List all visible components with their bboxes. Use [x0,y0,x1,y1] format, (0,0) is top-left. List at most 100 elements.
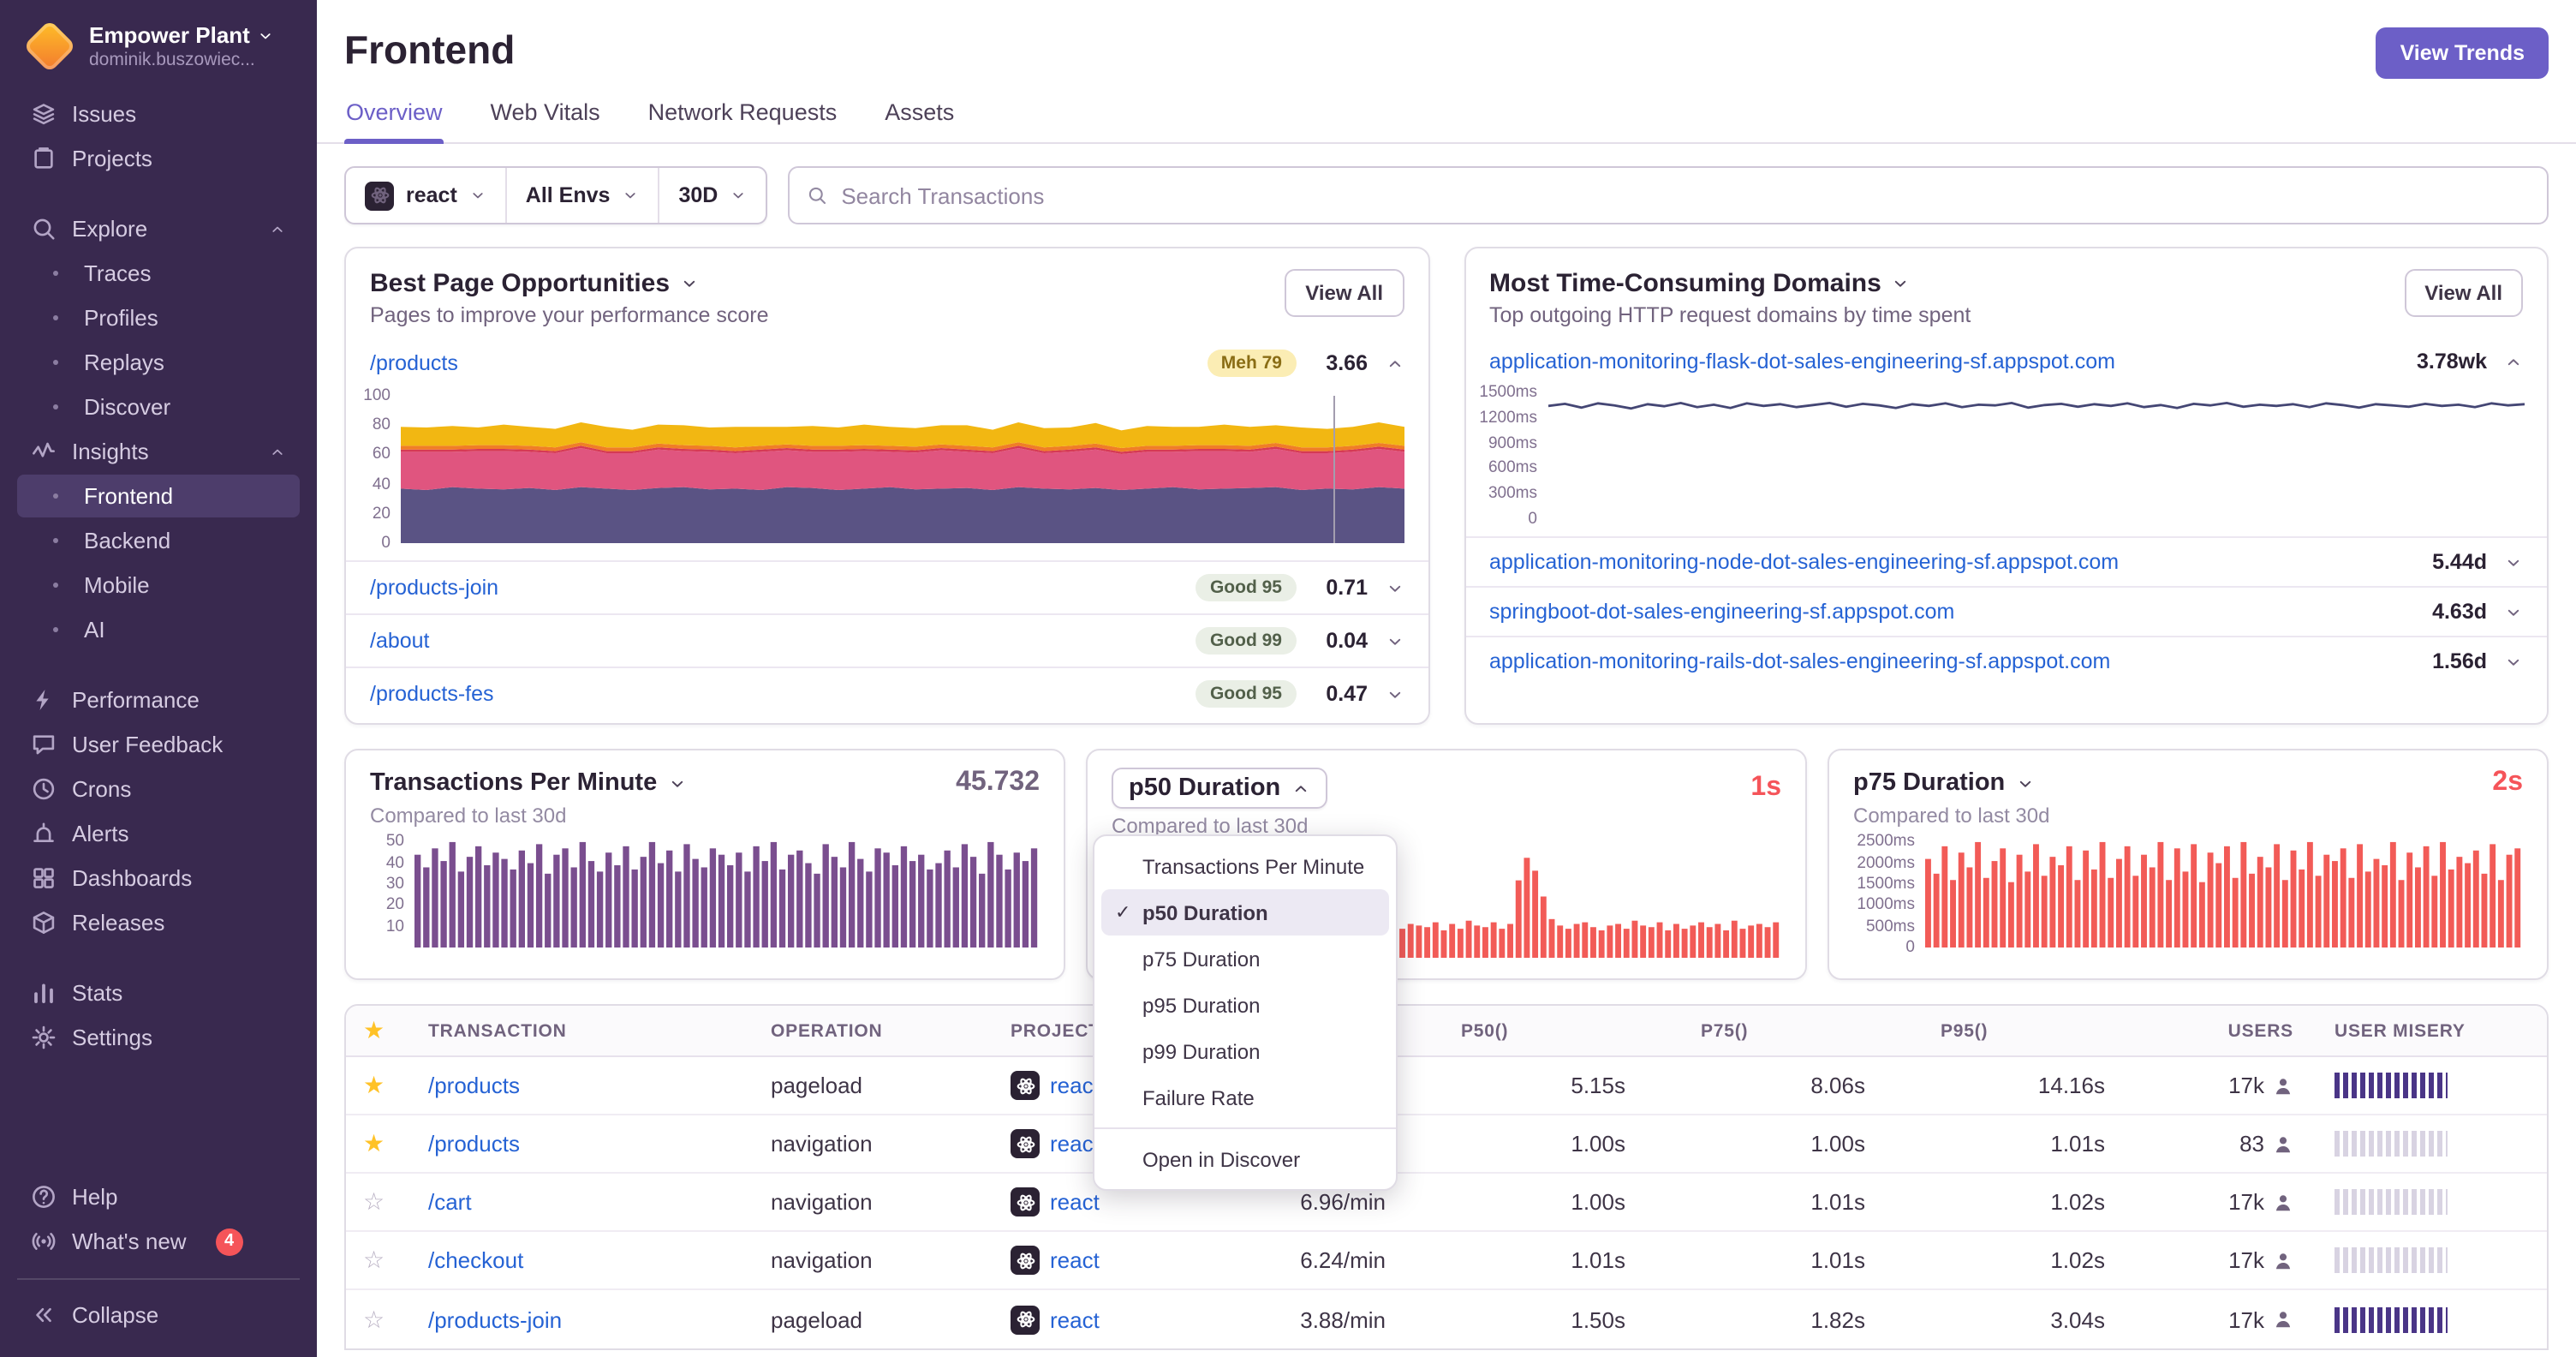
menu-item-p99-duration[interactable]: p99 Duration [1101,1028,1389,1074]
search-input[interactable] [841,182,2530,208]
star-toggle[interactable]: ☆ [363,1305,385,1332]
page-link[interactable]: /products-join [370,576,498,600]
tpm-metric-selector[interactable]: Transactions Per Minute [370,769,686,797]
transaction-link[interactable]: /products-join [428,1306,562,1332]
page-link[interactable]: /products [370,351,458,375]
transaction-search[interactable] [788,166,2549,224]
sidebar-item-settings[interactable]: Settings [17,1016,300,1059]
sidebar-item-explore[interactable]: Explore [17,207,300,250]
chevron-down-icon[interactable] [2504,553,2523,571]
sidebar-item-performance[interactable]: Performance [17,678,300,721]
sidebar-item-frontend[interactable]: Frontend [17,475,300,517]
tab-network-requests[interactable]: Network Requests [647,86,839,142]
column-header-user-misery[interactable]: User Misery [2317,1020,2547,1041]
opportunity-row[interactable]: /products Meh 79 3.66 [346,338,1428,389]
menu-item-p95-duration[interactable]: p95 Duration [1101,982,1389,1028]
transaction-link[interactable]: /cart [428,1189,472,1215]
star-toggle[interactable]: ★ [363,1129,385,1157]
panel-title-opportunities[interactable]: Best Page Opportunities [370,269,769,298]
p75-metric-selector[interactable]: p75 Duration [1853,769,2034,797]
project-link[interactable]: react [1050,1189,1100,1215]
table-row[interactable]: ☆ /products-join pageload react 3.88/min… [346,1290,2547,1348]
column-header-users[interactable]: Users [2129,1020,2317,1041]
org-switcher[interactable]: Empower Plant dominik.buszowiec... [17,17,300,93]
project-selector[interactable]: react [346,168,507,223]
opportunity-row[interactable]: /about Good 99 0.04 [346,613,1428,667]
domain-link[interactable]: application-monitoring-rails-dot-sales-e… [1489,649,2110,673]
column-header-p50[interactable]: P50() [1410,1020,1649,1041]
bar-chart [414,838,1040,948]
transaction-link[interactable]: /products [428,1073,520,1098]
column-header-p95[interactable]: P95() [1889,1020,2129,1041]
star-toggle[interactable]: ☆ [363,1246,385,1273]
star-toggle[interactable]: ☆ [363,1187,385,1215]
page-link[interactable]: /about [370,629,430,653]
sidebar-item-dashboards[interactable]: Dashboards [17,857,300,900]
view-all-opportunities-button[interactable]: View All [1285,269,1404,317]
menu-item-transactions-per-minute[interactable]: Transactions Per Minute [1101,843,1389,889]
chevron-down-icon[interactable] [1385,684,1404,703]
sidebar-item-traces[interactable]: Traces [17,252,300,295]
sidebar-item-ai[interactable]: AI [17,608,300,651]
menu-item-p75-duration[interactable]: p75 Duration [1101,936,1389,982]
column-header-p75[interactable]: P75() [1649,1020,1889,1041]
table-row[interactable]: ☆ /cart navigation react 6.96/min 1.00s … [346,1174,2547,1232]
sidebar-item-help[interactable]: Help [17,1175,300,1218]
sidebar-item-releases[interactable]: Releases [17,901,300,944]
chevron-down-icon[interactable] [1385,631,1404,650]
domain-row[interactable]: application-monitoring-node-dot-sales-en… [1465,536,2547,586]
opportunity-row[interactable]: /products-fes Good 95 0.47 [346,667,1428,720]
domain-row[interactable]: application-monitoring-rails-dot-sales-e… [1465,636,2547,685]
sidebar-item-profiles[interactable]: Profiles [17,296,300,339]
tab-assets[interactable]: Assets [883,86,956,142]
bullet-dot [53,627,58,632]
view-all-domains-button[interactable]: View All [2404,269,2523,317]
domain-link[interactable]: application-monitoring-node-dot-sales-en… [1489,550,2119,574]
table-row[interactable]: ★ /products pageload react /min 5.15s 8.… [346,1057,2547,1115]
menu-item-p50-duration[interactable]: ✓ p50 Duration [1101,889,1389,936]
sidebar-item-stats[interactable]: Stats [17,971,300,1014]
chevron-down-icon[interactable] [2504,652,2523,671]
project-link[interactable]: react [1050,1306,1100,1332]
transaction-link[interactable]: /products [428,1131,520,1157]
domain-link[interactable]: application-monitoring-flask-dot-sales-e… [1489,350,2115,374]
tab-web-vitals[interactable]: Web Vitals [489,86,602,142]
sidebar-item-alerts[interactable]: Alerts [17,812,300,855]
sidebar-item-user-feedback[interactable]: User Feedback [17,723,300,766]
sidebar-item-backend[interactable]: Backend [17,519,300,562]
chevron-up-icon[interactable] [2504,352,2523,371]
chevron-down-icon[interactable] [2504,602,2523,621]
grid-icon [31,865,57,891]
environment-selector[interactable]: All Envs [507,168,660,223]
opportunity-row[interactable]: /products-join Good 95 0.71 [346,560,1428,613]
sidebar-item-replays[interactable]: Replays [17,341,300,384]
column-header-operation[interactable]: Operation [754,1020,993,1041]
sidebar-item-whats-new[interactable]: What's new 4 [17,1220,300,1263]
sidebar-item-mobile[interactable]: Mobile [17,564,300,607]
sidebar-item-issues[interactable]: Issues [17,93,300,135]
sidebar-item-insights[interactable]: Insights [17,430,300,473]
domain-row[interactable]: springboot-dot-sales-engineering-sf.apps… [1465,586,2547,636]
sidebar-item-crons[interactable]: Crons [17,768,300,810]
date-range-selector[interactable]: 30D [659,168,766,223]
table-row[interactable]: ★ /products navigation react /min 1.00s … [346,1115,2547,1174]
sidebar-item-projects[interactable]: Projects [17,137,300,180]
sidebar-collapse-button[interactable]: Collapse [17,1294,300,1336]
view-trends-button[interactable]: View Trends [2376,27,2549,79]
star-toggle[interactable]: ★ [363,1071,385,1098]
menu-item-open-in-discover[interactable]: Open in Discover [1101,1136,1389,1182]
sidebar-item-discover[interactable]: Discover [17,386,300,428]
tab-overview[interactable]: Overview [344,86,445,144]
menu-item-failure-rate[interactable]: Failure Rate [1101,1074,1389,1121]
domain-link[interactable]: springboot-dot-sales-engineering-sf.apps… [1489,600,1954,624]
domain-row[interactable]: application-monitoring-flask-dot-sales-e… [1465,338,2547,386]
transaction-link[interactable]: /checkout [428,1247,523,1273]
project-link[interactable]: react [1050,1247,1100,1273]
column-header-transaction[interactable]: Transaction [411,1020,754,1041]
table-row[interactable]: ☆ /checkout navigation react 6.24/min 1.… [346,1232,2547,1290]
chevron-up-icon[interactable] [1385,354,1404,373]
chevron-down-icon[interactable] [1385,578,1404,597]
p50-metric-selector[interactable]: p50 Duration [1112,768,1327,809]
page-link[interactable]: /products-fes [370,682,494,706]
panel-title-domains[interactable]: Most Time-Consuming Domains [1489,269,1971,298]
